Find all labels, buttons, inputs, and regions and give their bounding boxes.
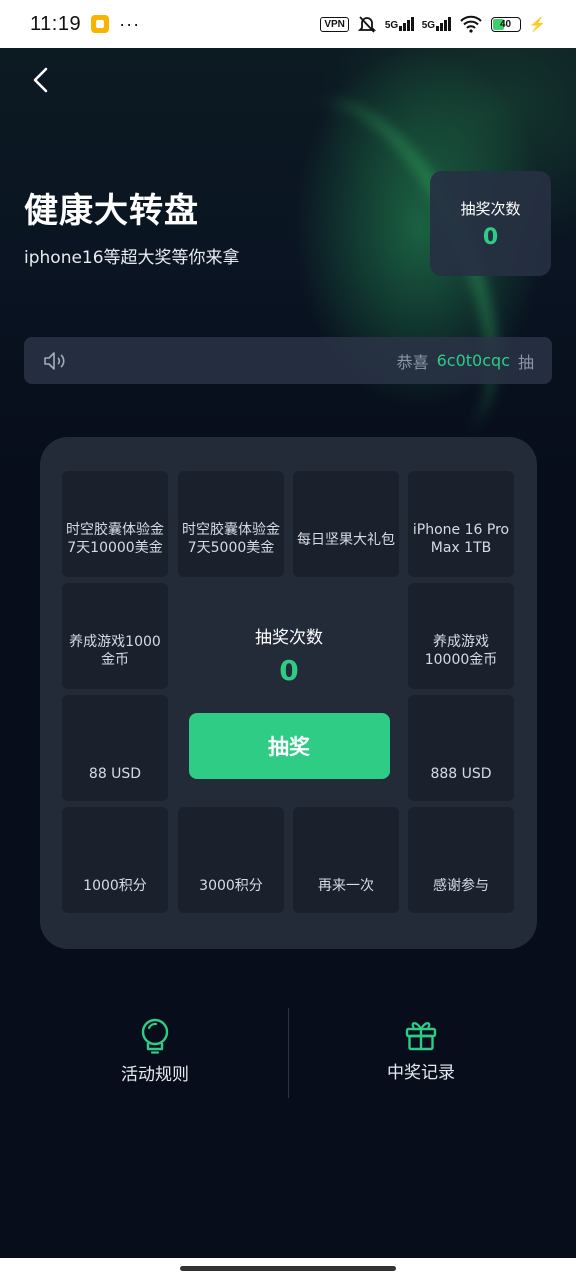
signal-2-label: 5G <box>421 20 436 31</box>
draw-center: 抽奖次数 0 抽奖 <box>188 583 390 799</box>
prize-label: 养成游戏10000金币 <box>424 634 498 668</box>
prize-label: 再来一次 <box>318 878 374 894</box>
notice-suffix: 抽 <box>517 352 534 372</box>
draw-button[interactable]: 抽奖 <box>188 713 390 779</box>
bottom-divider <box>288 1008 289 1098</box>
battery-icon: 40 <box>490 16 521 32</box>
prize-cell: 时空胶囊体验金7天5000美金 <box>178 471 284 577</box>
back-icon[interactable] <box>28 66 56 94</box>
prize-cell: 1000积分 <box>62 807 168 913</box>
status-bar: 11:19 ··· VPN 5G 5G 40 ⚡ <box>0 0 576 48</box>
vpn-badge: VPN <box>320 16 349 32</box>
prize-cell: 时空胶囊体验金7天10000美金 <box>62 471 168 577</box>
prize-label: 感谢参与 <box>433 878 489 894</box>
status-left: 11:19 ··· <box>30 13 140 36</box>
prize-label: 888 USD <box>430 766 492 782</box>
prize-label: 每日坚果大礼包 <box>297 532 395 548</box>
records-label: 中奖记录 <box>387 1063 455 1083</box>
prize-cell: 感谢参与 <box>408 807 514 913</box>
page-subtitle: iphone16等超大奖等你来拿 <box>24 248 240 268</box>
prize-cell: 888 USD <box>408 695 514 801</box>
lottery-board: 时空胶囊体验金7天10000美金 时空胶囊体验金7天5000美金 每日坚果大礼包… <box>40 437 537 949</box>
prize-cell: iPhone 16 Pro Max 1TB <box>408 471 514 577</box>
more-notifications-icon: ··· <box>119 13 141 34</box>
prize-cell: 3000积分 <box>178 807 284 913</box>
signal-1: 5G <box>385 17 414 31</box>
signal-bars-icon <box>399 17 414 31</box>
notice-message: 恭喜 6c0t0cqc 抽 <box>397 349 534 373</box>
prize-label: 1000积分 <box>83 878 147 894</box>
signal-1-label: 5G <box>384 20 399 31</box>
bulb-icon <box>141 1018 169 1054</box>
notice-prefix: 恭喜 <box>396 352 429 372</box>
prize-cell: 每日坚果大礼包 <box>293 471 399 577</box>
page-title: 健康大转盘 <box>24 191 199 231</box>
prize-label: 3000积分 <box>199 878 263 894</box>
signal-2: 5G <box>422 17 451 31</box>
center-count-value: 0 <box>279 654 299 687</box>
prize-label: 88 USD <box>88 766 142 782</box>
prize-label: 养成游戏1000金币 <box>69 634 161 668</box>
rules-link[interactable]: 活动规则 <box>75 1018 235 1085</box>
prize-cell: 88 USD <box>62 695 168 801</box>
prize-label: iPhone 16 Pro Max 1TB <box>412 522 510 556</box>
status-right: VPN 5G 5G 40 ⚡ <box>320 14 546 34</box>
navigation-bar <box>0 1258 576 1280</box>
draw-count-value: 0 <box>482 224 499 250</box>
rules-label: 活动规则 <box>121 1065 189 1085</box>
mute-bell-icon <box>357 16 377 33</box>
bottom-links: 活动规则 中奖记录 <box>0 1008 576 1098</box>
prize-label: 时空胶囊体验金7天10000美金 <box>66 522 164 556</box>
gift-icon <box>405 1022 437 1051</box>
charging-icon: ⚡ <box>528 15 546 32</box>
battery-level: 40 <box>500 18 512 30</box>
speaker-icon <box>44 351 65 370</box>
app-notification-icon <box>91 15 110 33</box>
prize-label: 时空胶囊体验金7天5000美金 <box>182 522 280 556</box>
draw-count-label: 抽奖次数 <box>460 199 521 218</box>
home-indicator[interactable] <box>180 1266 396 1271</box>
draw-count-card: 抽奖次数 0 <box>430 171 551 276</box>
status-time: 11:19 <box>30 12 82 35</box>
signal-bars-icon <box>436 17 451 31</box>
notice-user: 6c0t0cqc <box>436 351 510 370</box>
records-link[interactable]: 中奖记录 <box>341 1018 501 1083</box>
prize-cell: 养成游戏1000金币 <box>62 583 168 689</box>
center-count-label: 抽奖次数 <box>255 628 323 648</box>
prize-cell: 再来一次 <box>293 807 399 913</box>
wifi-icon <box>459 15 482 33</box>
winner-notice-bar: 恭喜 6c0t0cqc 抽 <box>24 337 552 384</box>
prize-cell: 养成游戏10000金币 <box>408 583 514 689</box>
